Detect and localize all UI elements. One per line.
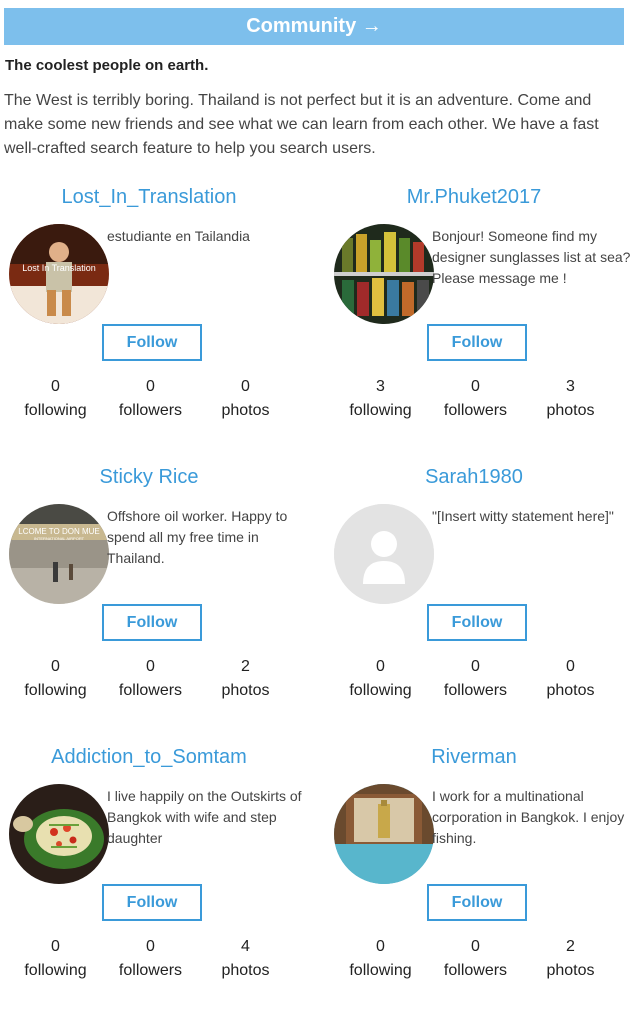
following-count: 0	[51, 658, 60, 675]
username-link[interactable]: Mr.Phuket2017	[329, 186, 619, 209]
avatar[interactable]	[9, 784, 109, 884]
following-stat: 0 following	[8, 935, 103, 983]
follow-button[interactable]: Follow	[427, 604, 527, 641]
follow-button[interactable]: Follow	[427, 884, 527, 921]
photos-label: photos	[546, 962, 595, 979]
community-banner-link[interactable]: Community →	[4, 8, 624, 45]
following-count: 0	[51, 938, 60, 955]
username-link[interactable]: Addiction_to_Somtam	[4, 746, 294, 769]
follow-button[interactable]: Follow	[102, 884, 202, 921]
followers-count: 0	[146, 938, 155, 955]
user-bio: Bonjour! Someone find my designer sungla…	[432, 228, 631, 286]
photos-label: photos	[546, 682, 595, 699]
photos-count: 4	[241, 938, 250, 955]
user-card-riverman: Riverman I work for a multinational corp…	[329, 744, 639, 1014]
followers-count: 0	[146, 378, 155, 395]
avatar[interactable]	[334, 784, 434, 884]
photos-label: photos	[546, 402, 595, 419]
photos-count: 3	[566, 378, 575, 395]
followers-stat: 0 followers	[103, 655, 198, 703]
user-bio: I work for a multinational corporation i…	[432, 788, 625, 846]
follow-button[interactable]: Follow	[427, 324, 527, 361]
followers-label: followers	[118, 402, 183, 419]
followers-label: followers	[443, 962, 508, 979]
followers-stat: 0 followers	[103, 375, 198, 423]
photos-label: photos	[221, 682, 270, 699]
followers-count: 0	[471, 378, 480, 395]
user-bio: Offshore oil worker. Happy to spend all …	[107, 508, 288, 566]
user-card-sarah1980: Sarah1980 "[Insert witty statement here]…	[329, 464, 639, 734]
following-label: following	[349, 962, 412, 979]
following-label: following	[24, 962, 87, 979]
following-stat: 0 following	[333, 935, 428, 983]
photos-count: 0	[566, 658, 575, 675]
username-link[interactable]: Riverman	[329, 746, 619, 769]
airport-sign-text: LCOME TO DON MUE	[18, 527, 100, 536]
photos-stat: 0 photos	[198, 375, 293, 423]
following-stat: 3 following	[333, 375, 428, 423]
username-link[interactable]: Sarah1980	[329, 466, 619, 489]
avatar[interactable]	[334, 224, 434, 324]
poster-title-text: Lost In Translation	[22, 263, 96, 273]
photos-label: photos	[221, 402, 270, 419]
follow-button[interactable]: Follow	[102, 604, 202, 641]
following-count: 3	[376, 378, 385, 395]
photos-stat: 3 photos	[523, 375, 618, 423]
followers-count: 0	[146, 658, 155, 675]
avatar[interactable]: Lost In Translation	[9, 224, 109, 324]
followers-stat: 0 followers	[428, 655, 523, 703]
photos-label: photos	[221, 962, 270, 979]
following-stat: 0 following	[8, 655, 103, 703]
page-tagline: The coolest people on earth.	[5, 57, 209, 74]
following-count: 0	[376, 938, 385, 955]
following-stat: 0 following	[8, 375, 103, 423]
following-label: following	[24, 402, 87, 419]
user-bio: "[Insert witty statement here]"	[432, 508, 614, 524]
followers-label: followers	[118, 682, 183, 699]
user-bio: estudiante en Tailandia	[107, 228, 250, 244]
username-link[interactable]: Sticky Rice	[4, 466, 294, 489]
followers-label: followers	[118, 962, 183, 979]
username-link[interactable]: Lost_In_Translation	[4, 186, 294, 209]
followers-label: followers	[443, 402, 508, 419]
photos-count: 2	[241, 658, 250, 675]
following-label: following	[349, 402, 412, 419]
following-count: 0	[376, 658, 385, 675]
intro-paragraph: The West is terribly boring. Thailand is…	[4, 92, 599, 157]
photos-stat: 0 photos	[523, 655, 618, 703]
followers-stat: 0 followers	[428, 375, 523, 423]
following-count: 0	[51, 378, 60, 395]
user-card-sticky-rice: Sticky Rice LCOME TO DON MUE INTERNATION…	[4, 464, 314, 734]
following-stat: 0 following	[333, 655, 428, 703]
following-label: following	[24, 682, 87, 699]
photos-count: 0	[241, 378, 250, 395]
followers-count: 0	[471, 658, 480, 675]
airport-sign-subtext: INTERNATIONAL AIRPORT	[34, 536, 85, 541]
default-avatar-icon[interactable]	[334, 504, 434, 604]
following-label: following	[349, 682, 412, 699]
followers-label: followers	[443, 682, 508, 699]
follow-button[interactable]: Follow	[102, 324, 202, 361]
user-bio: I live happily on the Outskirts of Bangk…	[107, 788, 302, 846]
followers-stat: 0 followers	[428, 935, 523, 983]
avatar[interactable]: LCOME TO DON MUE INTERNATIONAL AIRPORT	[9, 504, 109, 604]
followers-count: 0	[471, 938, 480, 955]
photos-stat: 4 photos	[198, 935, 293, 983]
followers-stat: 0 followers	[103, 935, 198, 983]
photos-stat: 2 photos	[198, 655, 293, 703]
user-card-addiction-to-somtam: Addiction_to_Somtam I live happily on th…	[4, 744, 314, 1014]
photos-stat: 2 photos	[523, 935, 618, 983]
photos-count: 2	[566, 938, 575, 955]
user-card-lost-in-translation: Lost_In_Translation Lost In Translation …	[4, 184, 314, 454]
user-card-mr-phuket2017: Mr.Phuket2017 Bonjour! Someone find my d…	[329, 184, 639, 454]
